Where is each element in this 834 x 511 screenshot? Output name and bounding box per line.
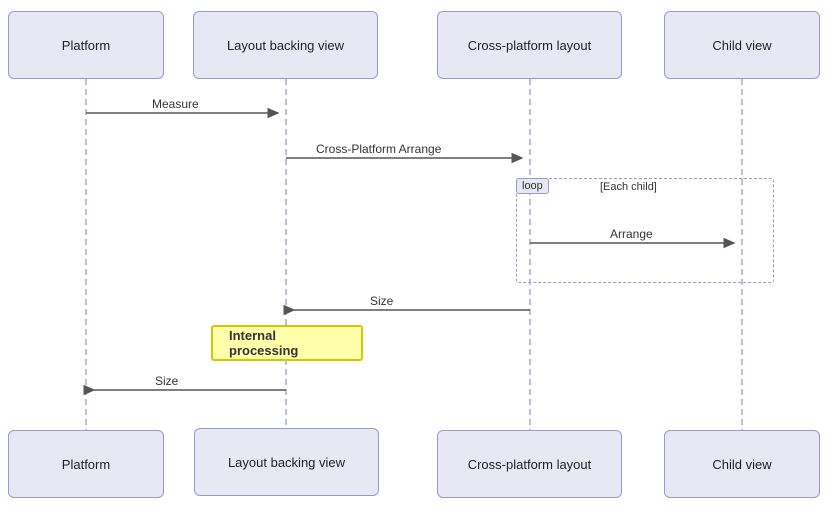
- loop-each-label: [Each child]: [600, 181, 657, 193]
- actor-cross-platform-top: Cross-platform layout: [437, 11, 622, 79]
- actor-child-view-bottom: Child view: [664, 430, 820, 498]
- actor-platform-bottom: Platform: [8, 430, 164, 498]
- actor-platform-top: Platform: [8, 11, 164, 79]
- size-from-layout-label: Size: [370, 294, 393, 308]
- actor-cross-platform-bottom: Cross-platform layout: [437, 430, 622, 498]
- actor-layout-backing-top: Layout backing view: [193, 11, 378, 79]
- loop-box: [516, 178, 774, 283]
- size-from-backing-label: Size: [155, 374, 178, 388]
- loop-label: loop: [516, 178, 549, 194]
- cross-platform-arrange-label: Cross-Platform Arrange: [316, 142, 441, 156]
- measure-label: Measure: [152, 97, 199, 111]
- actor-child-view-top: Child view: [664, 11, 820, 79]
- sequence-diagram: Platform Layout backing view Cross-platf…: [0, 0, 834, 511]
- actor-layout-backing-bottom: Layout backing view: [194, 428, 379, 496]
- processing-box: Internal processing: [211, 325, 363, 361]
